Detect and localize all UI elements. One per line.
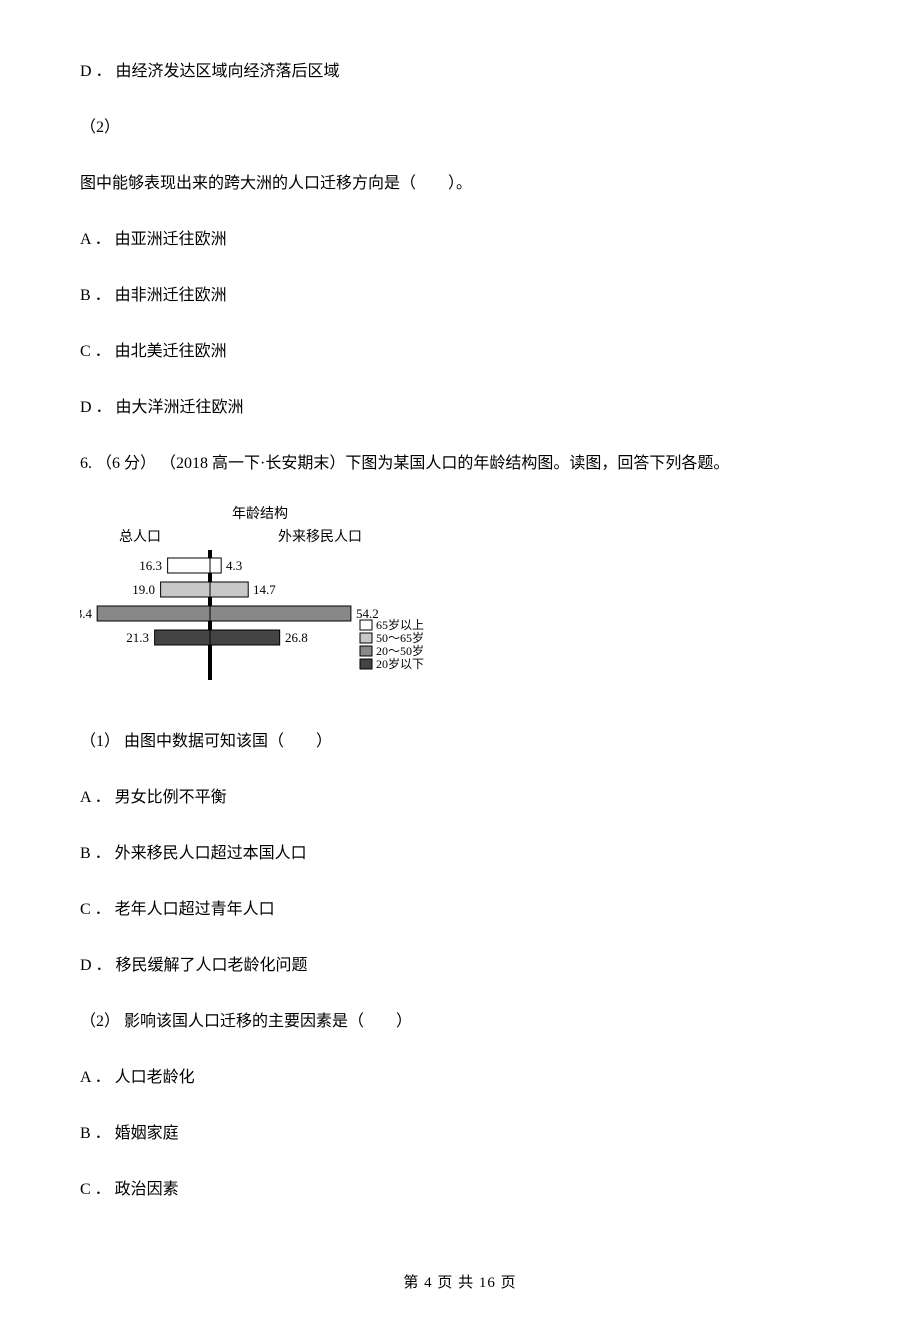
chart-header: 总人口 外来移民人口 bbox=[80, 527, 440, 548]
chart-title: 年龄结构 bbox=[80, 504, 440, 525]
previous-option-d: D ． 由经济发达区域向经济落后区域 bbox=[80, 60, 840, 84]
legend-65plus: 65岁以上 bbox=[376, 617, 424, 632]
question-6-intro: 6. （6 分） （2018 高一下·长安期末）下图为某国人口的年龄结构图。读图… bbox=[80, 452, 840, 476]
chart-left-label: 总人口 bbox=[80, 527, 200, 548]
sub2-option-c: C ． 由北美迁往欧洲 bbox=[80, 340, 840, 364]
q6-sub1-option-a: A ． 男女比例不平衡 bbox=[80, 786, 840, 810]
total-under20-value: 21.3 bbox=[126, 630, 149, 645]
sub-question-2-text: 图中能够表现出来的跨大洲的人口迁移方向是（ ）。 bbox=[80, 172, 840, 196]
migrant-65plus-value: 4.3 bbox=[226, 558, 242, 573]
migrant-50-65-value: 14.7 bbox=[253, 582, 276, 597]
legend-50-65: 50～65岁 bbox=[376, 630, 424, 645]
total-20-50-value: 43.4 bbox=[80, 606, 93, 621]
q6-sub1-option-d: D ． 移民缓解了人口老龄化问题 bbox=[80, 954, 840, 978]
q6-sub1-option-c: C ． 老年人口超过青年人口 bbox=[80, 898, 840, 922]
sub2-option-a: A ． 由亚洲迁往欧洲 bbox=[80, 228, 840, 252]
q6-sub2-option-a: A ． 人口老龄化 bbox=[80, 1066, 840, 1090]
migrant-under20-value: 26.8 bbox=[285, 630, 308, 645]
chart-legend: 65岁以上 50～65岁 20～50岁 20岁以下 bbox=[360, 617, 424, 671]
q6-sub2-option-c: C ． 政治因素 bbox=[80, 1178, 840, 1202]
q6-sub2-label: （2） 影响该国人口迁移的主要因素是（ ） bbox=[80, 1010, 840, 1034]
total-65plus-value: 16.3 bbox=[139, 558, 162, 573]
q6-sub2-option-b: B ． 婚姻家庭 bbox=[80, 1122, 840, 1146]
total-50-65-value: 19.0 bbox=[132, 582, 155, 597]
legend-20-50: 20～50岁 bbox=[376, 643, 424, 658]
q6-sub1-label: （1） 由图中数据可知该国（ ） bbox=[80, 730, 840, 754]
sub-question-2-label: （2） bbox=[80, 116, 840, 140]
chart-right-label: 外来移民人口 bbox=[200, 527, 440, 548]
page-content: D ． 由经济发达区域向经济落后区域 （2） 图中能够表现出来的跨大洲的人口迁移… bbox=[0, 0, 920, 1335]
chart-svg: 16.3 4.3 19.0 14.7 43.4 54.2 21.3 bbox=[80, 550, 440, 700]
age-structure-chart: 年龄结构 总人口 外来移民人口 16.3 4.3 19.0 14.7 bbox=[80, 504, 440, 700]
page-footer: 第 4 页 共 16 页 bbox=[80, 1272, 840, 1295]
q6-sub1-option-b: B ． 外来移民人口超过本国人口 bbox=[80, 842, 840, 866]
sub2-option-b: B ． 由非洲迁往欧洲 bbox=[80, 284, 840, 308]
legend-under20: 20岁以下 bbox=[376, 656, 424, 671]
sub2-option-d: D ． 由大洋洲迁往欧洲 bbox=[80, 396, 840, 420]
